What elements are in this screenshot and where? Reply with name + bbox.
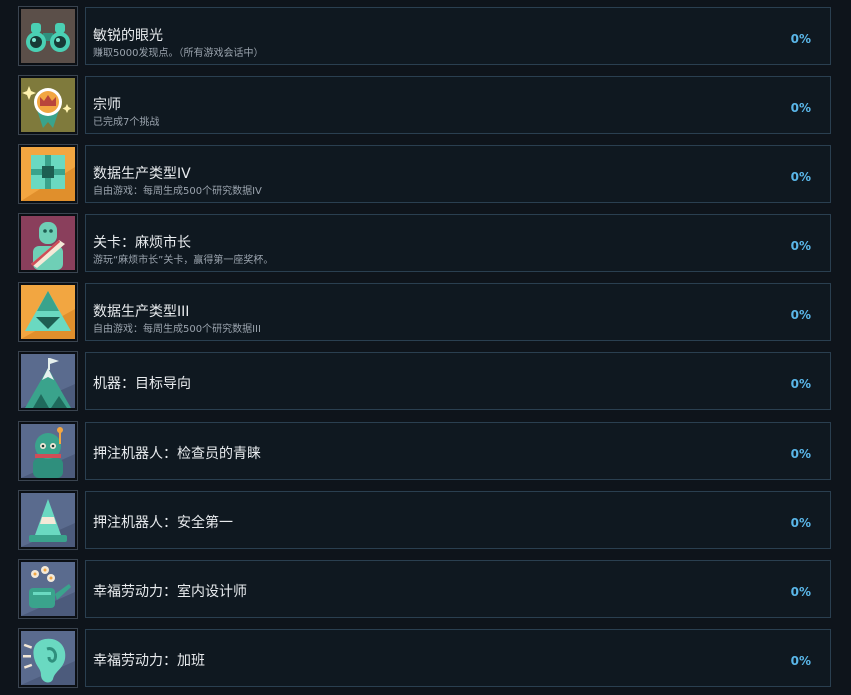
- achievement-title: 敏锐的眼光: [93, 28, 163, 44]
- achievement-description: 自由游戏：每周生成500个研究数据IV: [93, 186, 262, 197]
- achievement-percent: 0%: [790, 654, 811, 668]
- achievement-description: 赚取5000发现点。（所有游戏会话中）: [93, 48, 264, 59]
- mayor-sash-icon: [19, 214, 77, 272]
- achievement-title: 幸福劳动力：加班: [93, 653, 205, 669]
- achievement-title: 关卡：麻烦市长: [93, 235, 191, 251]
- achievement-card: 宗师 已完成7个挑战 0%: [85, 76, 831, 134]
- achievement-row[interactable]: 数据生产类型III 自由游戏：每周生成500个研究数据III 0%: [0, 283, 851, 343]
- achievement-card: 押注机器人：安全第一 0%: [85, 491, 831, 549]
- achievement-card: 机器：目标导向 0%: [85, 352, 831, 410]
- achievement-card: 幸福劳动力：室内设计师 0%: [85, 560, 831, 618]
- achievement-percent: 0%: [790, 377, 811, 391]
- achievement-percent: 0%: [790, 308, 811, 322]
- achievement-title: 押注机器人：安全第一: [93, 515, 233, 531]
- achievement-card: 幸福劳动力：加班 0%: [85, 629, 831, 687]
- achievement-row[interactable]: 关卡：麻烦市长 游玩“麻烦市长”关卡，赢得第一座奖杯。 0%: [0, 214, 851, 274]
- mountain-flag-icon: [19, 352, 77, 410]
- achievement-percent: 0%: [790, 239, 811, 253]
- traffic-cone-icon: [19, 491, 77, 549]
- achievement-card: 数据生产类型IV 自由游戏：每周生成500个研究数据IV 0%: [85, 145, 831, 203]
- achievement-percent: 0%: [790, 585, 811, 599]
- inspector-robot-icon: [19, 422, 77, 480]
- achievement-card: 关卡：麻烦市长 游玩“麻烦市长”关卡，赢得第一座奖杯。 0%: [85, 214, 831, 272]
- achievement-description: 自由游戏：每周生成500个研究数据III: [93, 324, 261, 335]
- achievement-percent: 0%: [790, 516, 811, 530]
- achievement-row[interactable]: 押注机器人：检查员的青睐 0%: [0, 422, 851, 482]
- achievement-percent: 0%: [790, 32, 811, 46]
- achievement-title: 宗师: [93, 97, 121, 113]
- achievement-row[interactable]: 幸福劳动力：加班 0%: [0, 629, 851, 689]
- achievement-row[interactable]: 机器：目标导向 0%: [0, 352, 851, 412]
- achievement-title: 机器：目标导向: [93, 376, 191, 392]
- achievement-description: 游玩“麻烦市长”关卡，赢得第一座奖杯。: [93, 255, 274, 266]
- achievement-percent: 0%: [790, 447, 811, 461]
- achievement-title: 押注机器人：检查员的青睐: [93, 446, 261, 462]
- achievement-percent: 0%: [790, 101, 811, 115]
- achievement-title: 数据生产类型III: [93, 304, 190, 320]
- achievement-row[interactable]: 幸福劳动力：室内设计师 0%: [0, 560, 851, 620]
- achievement-title: 数据生产类型IV: [93, 166, 191, 182]
- achievement-percent: 0%: [790, 170, 811, 184]
- ear-icon: [19, 629, 77, 687]
- achievement-description: 已完成7个挑战: [93, 117, 160, 128]
- data-pyramid-icon: [19, 283, 77, 341]
- achievement-row[interactable]: 敏锐的眼光 赚取5000发现点。（所有游戏会话中） 0%: [0, 7, 851, 67]
- achievement-row[interactable]: 数据生产类型IV 自由游戏：每周生成500个研究数据IV 0%: [0, 145, 851, 205]
- achievement-card: 押注机器人：检查员的青睐 0%: [85, 422, 831, 480]
- crown-medal-icon: [19, 76, 77, 134]
- watering-can-icon: [19, 560, 77, 618]
- achievement-row[interactable]: 押注机器人：安全第一 0%: [0, 491, 851, 551]
- achievement-row[interactable]: 宗师 已完成7个挑战 0%: [0, 76, 851, 136]
- binoculars-icon: [19, 7, 77, 65]
- data-cube-icon: [19, 145, 77, 203]
- achievement-card: 数据生产类型III 自由游戏：每周生成500个研究数据III 0%: [85, 283, 831, 341]
- achievement-card: 敏锐的眼光 赚取5000发现点。（所有游戏会话中） 0%: [85, 7, 831, 65]
- achievement-title: 幸福劳动力：室内设计师: [93, 584, 247, 600]
